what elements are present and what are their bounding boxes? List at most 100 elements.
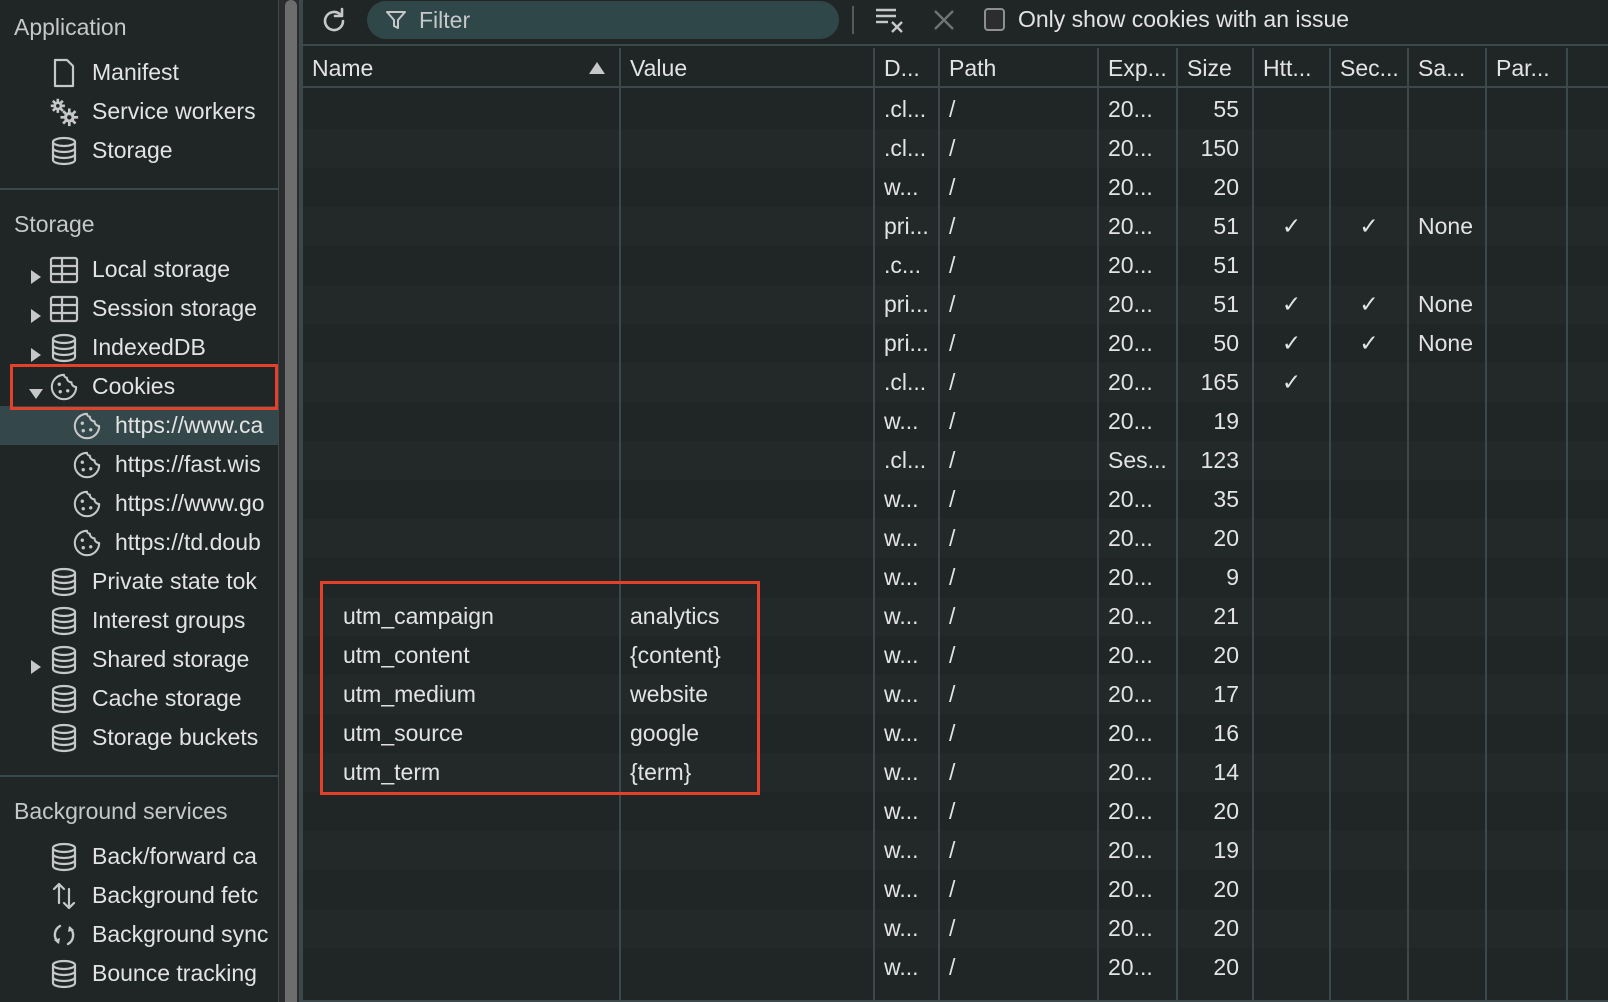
column-divider[interactable] xyxy=(1329,48,1331,1002)
column-header-path[interactable]: Path xyxy=(940,48,1099,88)
filter-input[interactable] xyxy=(419,6,799,34)
sidebar-item-indexeddb[interactable]: IndexedDB xyxy=(0,328,278,367)
column-header-label: Par... xyxy=(1496,54,1550,81)
table-row[interactable]: w... / 20... 19 xyxy=(303,402,1608,441)
table-row[interactable]: w... / 20... 20 xyxy=(303,948,1608,987)
column-divider[interactable] xyxy=(619,48,621,1002)
cell-domain: w... xyxy=(884,408,919,434)
cookie-origin-item[interactable]: https://td.doub xyxy=(0,523,278,562)
cookie-origin-item[interactable]: https://www.ca xyxy=(0,406,278,445)
sidebar-item-manifest[interactable]: Manifest xyxy=(0,53,278,92)
sidebar-item-back-forward-cache[interactable]: Back/forward ca xyxy=(0,837,278,876)
collapse-arrow-icon[interactable] xyxy=(29,380,43,399)
column-header-secure[interactable]: Sec... xyxy=(1331,48,1409,88)
table-row[interactable]: .cl... / Ses... 123 xyxy=(303,441,1608,480)
sidebar-item-label: Service workers xyxy=(92,98,256,124)
table-row[interactable]: utm_term {term} w... / 20... 14 xyxy=(303,753,1608,792)
expand-arrow-icon[interactable] xyxy=(29,341,43,362)
column-divider[interactable] xyxy=(1097,48,1099,1002)
cell-size: 20 xyxy=(1213,915,1239,941)
expand-arrow-icon[interactable] xyxy=(29,653,43,674)
cell-httponly xyxy=(1254,714,1329,753)
cell-value xyxy=(621,363,873,402)
cell-expires: 20... xyxy=(1108,954,1153,980)
cell-value xyxy=(621,870,873,909)
clear-all-cookies-button[interactable] xyxy=(873,4,907,36)
sidebar-item-interest-groups[interactable]: Interest groups xyxy=(0,601,278,640)
table-row[interactable]: w... / 20... 19 xyxy=(303,831,1608,870)
column-header-domain[interactable]: D... xyxy=(875,48,940,88)
column-divider[interactable] xyxy=(1485,48,1487,1002)
table-row[interactable]: w... / 20... 20 xyxy=(303,870,1608,909)
table-row[interactable]: w... / 20... 20 xyxy=(303,519,1608,558)
column-divider[interactable] xyxy=(938,48,940,1002)
cell-name xyxy=(303,870,619,909)
sidebar-item-label: Manifest xyxy=(92,59,179,85)
table-row[interactable]: utm_source google w... / 20... 16 xyxy=(303,714,1608,753)
sidebar-item-private-state-tokens[interactable]: Private state tok xyxy=(0,562,278,601)
refresh-button[interactable] xyxy=(317,4,351,38)
column-header-value[interactable]: Value xyxy=(621,48,875,88)
table-row[interactable]: pri... / 20... 51 ✓ ✓ None xyxy=(303,207,1608,246)
cell-expires: 20... xyxy=(1108,96,1153,122)
table-row[interactable]: utm_medium website w... / 20... 17 xyxy=(303,675,1608,714)
sidebar-item-cookies[interactable]: Cookies xyxy=(0,367,278,406)
table-row[interactable]: utm_campaign analytics w... / 20... 21 xyxy=(303,597,1608,636)
delete-selected-button[interactable] xyxy=(929,5,959,35)
sidebar-item-service-workers[interactable]: Service workers xyxy=(0,92,278,131)
cell-secure xyxy=(1331,597,1407,636)
filter-field[interactable] xyxy=(367,1,839,39)
table-row[interactable]: w... / 20... 35 xyxy=(303,480,1608,519)
sidebar-item-storage-buckets[interactable]: Storage buckets xyxy=(0,718,278,757)
expand-arrow-icon[interactable] xyxy=(29,302,43,323)
cell-name: utm_source xyxy=(343,720,464,746)
only-issues-checkbox[interactable] xyxy=(984,8,1005,31)
cell-httponly xyxy=(1254,402,1329,441)
cell-value xyxy=(621,90,873,129)
sidebar-item-background-sync[interactable]: Background sync xyxy=(0,915,278,954)
sidebar-item-cache-storage[interactable]: Cache storage xyxy=(0,679,278,718)
cell-partition-key xyxy=(1487,831,1566,870)
column-divider[interactable] xyxy=(1407,48,1409,1002)
table-row[interactable]: pri... / 20... 50 ✓ ✓ None xyxy=(303,324,1608,363)
column-divider[interactable] xyxy=(1566,48,1568,1002)
column-divider[interactable] xyxy=(873,48,875,1002)
cell-path: / xyxy=(949,642,956,668)
column-header-expires[interactable]: Exp... xyxy=(1099,48,1178,88)
table-row[interactable]: .c... / 20... 51 xyxy=(303,246,1608,285)
cell-path: / xyxy=(949,369,956,395)
sidebar-item-local-storage[interactable]: Local storage xyxy=(0,250,278,289)
table-row[interactable]: utm_content {content} w... / 20... 20 xyxy=(303,636,1608,675)
sidebar: Application Manifest Service workers Sto… xyxy=(0,0,279,1002)
cell-value xyxy=(621,129,873,168)
sort-ascending-icon xyxy=(589,62,605,74)
table-row[interactable]: .cl... / 20... 165 ✓ xyxy=(303,363,1608,402)
sidebar-item-session-storage[interactable]: Session storage xyxy=(0,289,278,328)
column-divider[interactable] xyxy=(1252,48,1254,1002)
sidebar-scrollbar-thumb[interactable] xyxy=(285,0,297,1002)
sidebar-item-background-fetch[interactable]: Background fetc xyxy=(0,876,278,915)
column-header-samesite[interactable]: Sa... xyxy=(1409,48,1487,88)
column-header-partition-key[interactable]: Par... xyxy=(1487,48,1568,88)
column-header-size[interactable]: Size xyxy=(1178,48,1254,88)
cell-name xyxy=(303,948,619,987)
cell-secure xyxy=(1331,636,1407,675)
table-row[interactable]: .cl... / 20... 55 xyxy=(303,90,1608,129)
table-row[interactable]: pri... / 20... 51 ✓ ✓ None xyxy=(303,285,1608,324)
column-header-name[interactable]: Name xyxy=(303,48,621,88)
table-row[interactable]: .cl... / 20... 150 xyxy=(303,129,1608,168)
expand-arrow-icon[interactable] xyxy=(29,263,43,284)
cookie-origin-item[interactable]: https://www.go xyxy=(0,484,278,523)
table-row[interactable]: w... / 20... 20 xyxy=(303,168,1608,207)
sidebar-item-shared-storage[interactable]: Shared storage xyxy=(0,640,278,679)
table-row[interactable]: w... / 20... 20 xyxy=(303,792,1608,831)
table-row[interactable]: w... / 20... 9 xyxy=(303,558,1608,597)
column-header-httponly[interactable]: Htt... xyxy=(1254,48,1331,88)
column-divider[interactable] xyxy=(1176,48,1178,1002)
table-row[interactable]: w... / 20... 20 xyxy=(303,909,1608,948)
only-issues-label[interactable]: Only show cookies with an issue xyxy=(1018,6,1349,33)
cookie-origin-item[interactable]: https://fast.wis xyxy=(0,445,278,484)
cell-value: google xyxy=(630,720,700,746)
sidebar-item-bounce-tracking[interactable]: Bounce tracking xyxy=(0,954,278,993)
sidebar-item-storage-overview[interactable]: Storage xyxy=(0,131,278,170)
